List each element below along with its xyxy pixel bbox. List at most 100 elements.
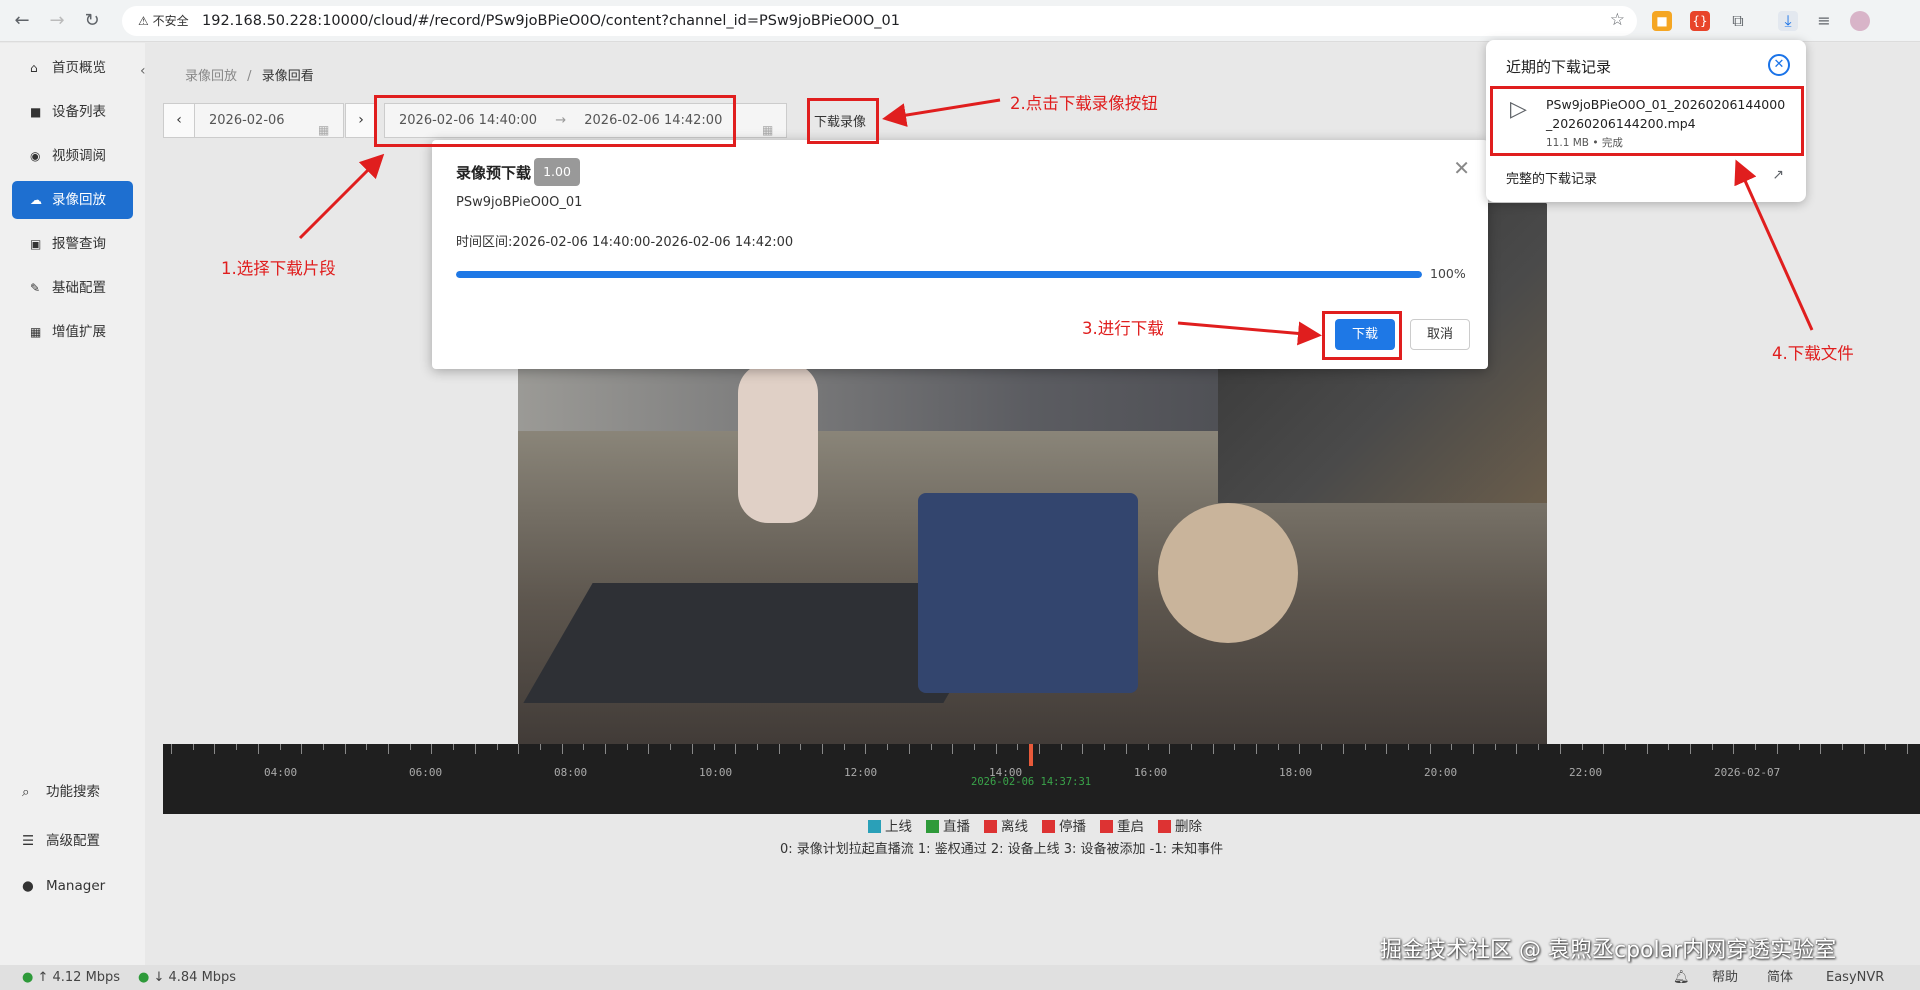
timeline-tick — [1277, 744, 1279, 750]
user-icon: ● — [22, 878, 34, 894]
timeline-tick — [561, 744, 563, 754]
sidebar-item-playback[interactable]: ☁ 录像回放 — [12, 181, 133, 219]
sidebar-item-devices[interactable]: ■ 设备列表 — [12, 93, 133, 131]
forward-icon[interactable]: → — [45, 9, 69, 33]
legend: 上线 直播 离线 停播 重启 删除 — [868, 815, 1216, 835]
timeline-tick — [431, 744, 433, 754]
download-rate-text: ↓ 4.84 Mbps — [153, 970, 237, 985]
status-bar: ● ↑ 4.12 Mbps ● ↓ 4.84 Mbps 🔔︎ 帮助 简体 Eas… — [0, 965, 1920, 990]
help-link[interactable]: 帮助 — [1712, 965, 1738, 990]
timeline-tick — [1386, 744, 1388, 754]
not-secure-badge[interactable]: ⚠ 不安全 — [132, 12, 195, 30]
timeline-cursor[interactable] — [1029, 744, 1033, 766]
sidebar-item-label: 基础配置 — [52, 280, 106, 296]
legend-item: 重启 — [1100, 819, 1144, 835]
close-icon[interactable]: ✕ — [1768, 54, 1790, 76]
bell-icon[interactable]: 🔔︎ — [1673, 965, 1690, 990]
download-icon[interactable]: ⤓ — [1778, 11, 1798, 31]
back-icon[interactable]: ← — [10, 9, 34, 33]
channel-id: PSw9joBPieO0O_01 — [456, 195, 583, 210]
timeline-tick — [1451, 744, 1453, 750]
timeline-tick — [236, 744, 238, 750]
next-day-button[interactable]: › — [345, 103, 377, 138]
annotation-box-download — [807, 98, 879, 144]
timeline-tick — [366, 744, 368, 750]
legend-item: 上线 — [868, 819, 912, 835]
upload-rate-text: ↑ 4.12 Mbps — [37, 970, 121, 985]
timeline-tick — [930, 744, 932, 750]
timeline-tick — [518, 744, 520, 754]
collapse-sidebar-icon[interactable]: ‹ — [140, 63, 146, 79]
timeline-tick — [1039, 744, 1040, 754]
sidebar-item-extensions[interactable]: ▦ 增值扩展 — [12, 313, 133, 351]
edit-icon: ✎ — [30, 281, 41, 295]
bookmark-star-icon[interactable]: ☆ — [1610, 10, 1625, 30]
timeline-tick — [192, 744, 194, 750]
event-codes: 0: 录像计划拉起直播流 1: 鉴权通过 2: 设备上线 3: 设备被添加 -1… — [780, 842, 1224, 857]
timeline-tick — [1212, 744, 1214, 754]
legend-swatch — [1158, 820, 1171, 833]
timeline-tick — [1234, 744, 1236, 750]
alarm-icon: ▣ — [30, 237, 42, 251]
extension-icon[interactable]: {} — [1690, 11, 1710, 31]
legend-label: 上线 — [885, 819, 912, 835]
legend-label: 直播 — [943, 819, 970, 835]
legend-item: 删除 — [1158, 819, 1202, 835]
extension-icon[interactable]: ■ — [1652, 11, 1672, 31]
timeline-tick — [1776, 744, 1778, 754]
legend-swatch — [984, 820, 997, 833]
annotation-box-range — [374, 95, 736, 147]
close-icon[interactable]: ✕ — [1453, 156, 1470, 180]
timeline-tick — [1711, 744, 1713, 750]
open-external-icon[interactable]: ↗ — [1772, 167, 1784, 183]
not-secure-label: 不安全 — [152, 14, 189, 28]
legend-item: 直播 — [926, 819, 970, 835]
sidebar-item-user[interactable]: ● Manager — [22, 878, 105, 894]
timeline-tick — [583, 744, 585, 750]
sidebar-item-alarms[interactable]: ▣ 报警查询 — [12, 225, 133, 263]
timeline-tick — [1364, 744, 1366, 750]
annotation-box-confirm — [1322, 311, 1402, 360]
sidebar-item-search[interactable]: ⌕ 功能搜索 — [22, 780, 100, 800]
sidebar-item-video[interactable]: ◉ 视频调阅 — [12, 137, 133, 175]
breadcrumb-parent[interactable]: 录像回放 — [185, 69, 237, 84]
all-downloads-link[interactable]: 完整的下载记录 — [1506, 168, 1597, 187]
timeline-tick — [1646, 744, 1648, 754]
cancel-button[interactable]: 取消 — [1410, 319, 1470, 350]
timeline-tick — [301, 744, 303, 754]
puzzle-icon[interactable]: ⧉ — [1728, 11, 1748, 31]
reading-list-icon[interactable]: ≡ — [1814, 11, 1834, 31]
download-rate: ● ↓ 4.84 Mbps — [138, 970, 237, 985]
timeline-tick — [344, 744, 346, 754]
timeline-cursor-time: 2026-02-06 14:37:31 — [971, 776, 1092, 788]
legend-label: 重启 — [1117, 819, 1144, 835]
sidebar-item-advanced[interactable]: ☰ 高级配置 — [22, 829, 100, 849]
progress-bar — [456, 271, 1422, 278]
language-switch[interactable]: 简体 — [1767, 965, 1793, 990]
prev-day-button[interactable]: ‹ — [163, 103, 195, 138]
legend-item: 离线 — [984, 819, 1028, 835]
timeline-tick — [1104, 744, 1106, 750]
timeline-tick — [214, 744, 216, 754]
timeline-tick — [1494, 744, 1496, 750]
timeline-tick — [1299, 744, 1301, 754]
timeline-track[interactable]: 04:00 06:00 08:00 10:00 12:00 14:00 16:00 18:00… — [163, 744, 1920, 814]
timeline-tick — [1668, 744, 1670, 750]
date-picker[interactable]: 2026-02-06 ▦ — [194, 103, 344, 138]
timeline-tick — [1147, 744, 1149, 750]
timeline-tick — [388, 744, 389, 754]
timeline-tick — [800, 744, 802, 750]
profile-avatar[interactable] — [1850, 11, 1870, 31]
date-value: 2026-02-06 — [209, 113, 285, 128]
timeline-tick — [887, 744, 889, 750]
url-text[interactable]: 192.168.50.228:10000/cloud/#/record/PSw9… — [202, 6, 900, 36]
timeline-tick — [1516, 744, 1518, 754]
timeline-label: 2026-02-07 — [1714, 766, 1781, 779]
address-bar[interactable]: ⚠ 不安全 192.168.50.228:10000/cloud/#/recor… — [122, 6, 1637, 36]
sidebar-item-settings[interactable]: ✎ 基础配置 — [12, 269, 133, 307]
progress-fill — [456, 271, 1422, 278]
breadcrumb: 录像回放 / 录像回看 — [185, 65, 314, 84]
timeline-tick — [1190, 744, 1192, 750]
sidebar-item-home[interactable]: ⌂ 首页概览 — [12, 49, 133, 87]
reload-icon[interactable]: ↻ — [80, 9, 104, 33]
